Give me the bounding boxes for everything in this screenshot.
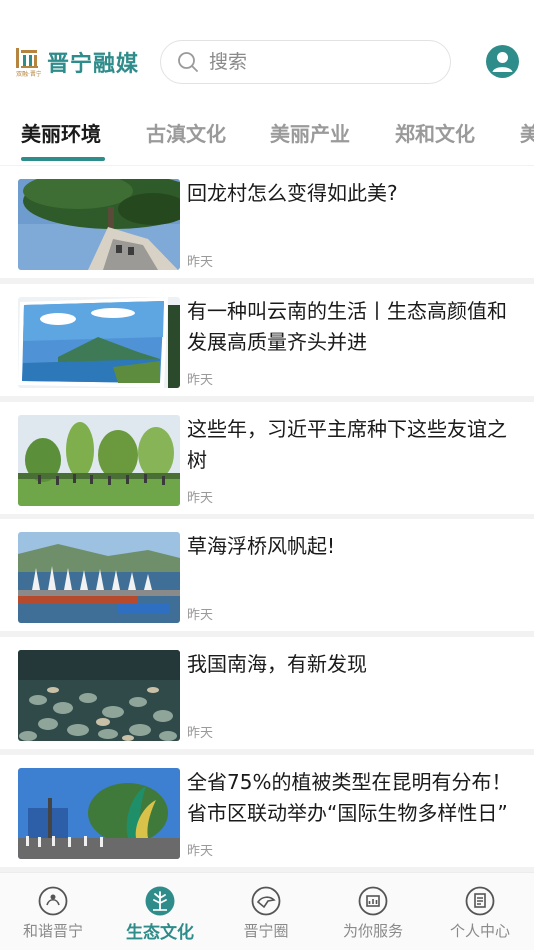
article-thumbnail [18,650,180,741]
search-input[interactable] [209,51,429,73]
circle-icon [251,886,281,916]
tabbar-item-harmony[interactable]: 和谐晋宁 [0,873,106,950]
tab-more[interactable]: 美 [520,118,534,147]
user-avatar-icon[interactable] [486,45,519,78]
article-thumbnail [18,768,180,859]
tab-zheng-he-culture[interactable]: 郑和文化 [395,118,475,147]
article-title[interactable]: 全省75%的植被类型在昆明有分布！省市区联动举办“国际生物多样性日” [187,767,517,829]
article-title[interactable]: 我国南海，有新发现 [187,649,517,680]
article-time: 昨天 [187,844,214,859]
article-time: 昨天 [187,726,214,741]
tabbar-item-circle[interactable]: 晋宁圈 [213,873,319,950]
article-card[interactable]: 这些年，习近平主席种下这些友谊之树 昨天 [0,402,534,514]
article-card[interactable]: 回龙村怎么变得如此美? 昨天 [0,166,534,278]
article-thumbnail [18,179,180,270]
logo-sub-text: 双融·晋宁 [16,70,41,78]
article-card[interactable]: 我国南海，有新发现 昨天 [0,637,534,749]
tabbar-item-ecology[interactable]: 生态文化 [107,873,213,950]
tabbar-label: 生态文化 [126,923,194,943]
article-time: 昨天 [187,491,214,506]
tabbar-label: 晋宁圈 [243,922,289,940]
article-thumbnail [18,297,180,388]
tabbar-label: 个人中心 [449,922,510,940]
article-title[interactable]: 草海浮桥风帆起! [187,531,517,562]
active-tab-indicator [21,157,105,161]
logo-mark-icon: 双融·晋宁 [16,48,41,78]
search-icon [178,52,198,72]
service-icon [358,886,388,916]
article-title[interactable]: 这些年，习近平主席种下这些友谊之树 [187,414,517,476]
article-thumbnail [18,415,180,506]
article-card[interactable]: 全省75%的植被类型在昆明有分布！省市区联动举办“国际生物多样性日” 昨天 [0,755,534,867]
logo-text: 晋宁融媒 [47,52,140,77]
article-title[interactable]: 有一种叫云南的生活丨生态高颜值和发展高质量齐头并进 [187,296,517,358]
search-bar[interactable] [160,40,451,84]
tabbar-label: 为你服务 [342,922,403,940]
tabbar-label: 和谐晋宁 [22,922,83,940]
tab-beautiful-environment[interactable]: 美丽环境 [21,118,101,147]
ecology-icon [145,886,175,916]
bottom-tab-bar: 和谐晋宁 生态文化 晋宁圈 为你服务 个人中心 [0,872,534,950]
app-header: 双融·晋宁 晋宁融媒 美丽环境 古滇文化 美丽产业 郑和文化 美 [0,0,534,165]
article-time: 昨天 [187,373,214,388]
tab-ancient-dian-culture[interactable]: 古滇文化 [146,118,226,147]
profile-icon [465,886,495,916]
article-title[interactable]: 回龙村怎么变得如此美? [187,178,517,209]
article-card[interactable]: 草海浮桥风帆起! 昨天 [0,519,534,631]
app-logo[interactable]: 双融·晋宁 晋宁融媒 [15,46,139,78]
article-time: 昨天 [187,608,214,623]
harmony-icon [38,886,68,916]
tab-beautiful-industry[interactable]: 美丽产业 [270,118,350,147]
article-thumbnail [18,532,180,623]
tabbar-item-profile[interactable]: 个人中心 [427,873,533,950]
tabbar-item-service[interactable]: 为你服务 [320,873,426,950]
article-time: 昨天 [187,255,214,270]
article-card[interactable]: 有一种叫云南的生活丨生态高颜值和发展高质量齐头并进 昨天 [0,284,534,396]
